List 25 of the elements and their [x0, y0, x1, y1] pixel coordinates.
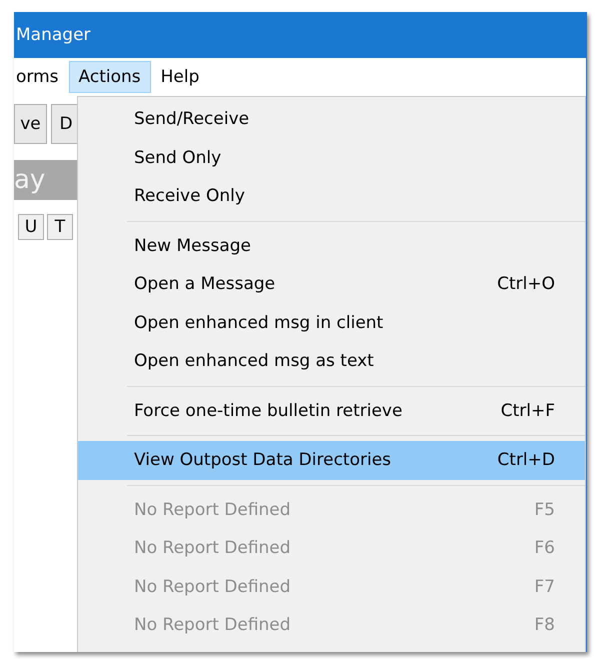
menu-item[interactable]: Force one-time bulletin retrieve Ctrl+F — [78, 392, 585, 430]
menu-bar-item[interactable]: orms — [14, 61, 69, 93]
menu-bar-item[interactable]: Actions — [68, 61, 151, 93]
menu-item[interactable]: Open a Message Ctrl+O — [78, 265, 585, 304]
shortcut-label: Ctrl+O — [497, 274, 555, 294]
toolbar-button[interactable]: D — [51, 104, 77, 144]
tab-button[interactable]: T — [47, 214, 73, 240]
toolbar-button[interactable]: ve — [14, 104, 47, 144]
menu-item[interactable]: Open enhanced msg as text — [78, 342, 585, 380]
menu-item[interactable]: New Message — [78, 226, 585, 265]
menu-item[interactable]: View Outpost Data Directories Ctrl+D — [78, 441, 585, 480]
menu-bar-item[interactable]: Help — [150, 61, 210, 93]
window-title: Manager — [16, 25, 91, 45]
shortcut-label: F5 — [534, 500, 555, 520]
shortcut-label: F8 — [534, 615, 555, 636]
tab-button[interactable]: U — [18, 214, 44, 240]
menu-item[interactable]: Send Only — [78, 138, 585, 177]
menu-item[interactable]: Receive Only — [78, 177, 585, 216]
shortcut-label: Ctrl+D — [497, 450, 555, 470]
shortcut-label: F7 — [534, 576, 555, 597]
shortcut-label: F6 — [534, 538, 555, 558]
shortcut-label: Ctrl+F — [500, 400, 555, 421]
menu-item[interactable]: Open enhanced msg in client — [78, 304, 585, 342]
menu-item[interactable]: Send/Receive — [78, 100, 585, 138]
banner-label: ay — [14, 160, 77, 200]
